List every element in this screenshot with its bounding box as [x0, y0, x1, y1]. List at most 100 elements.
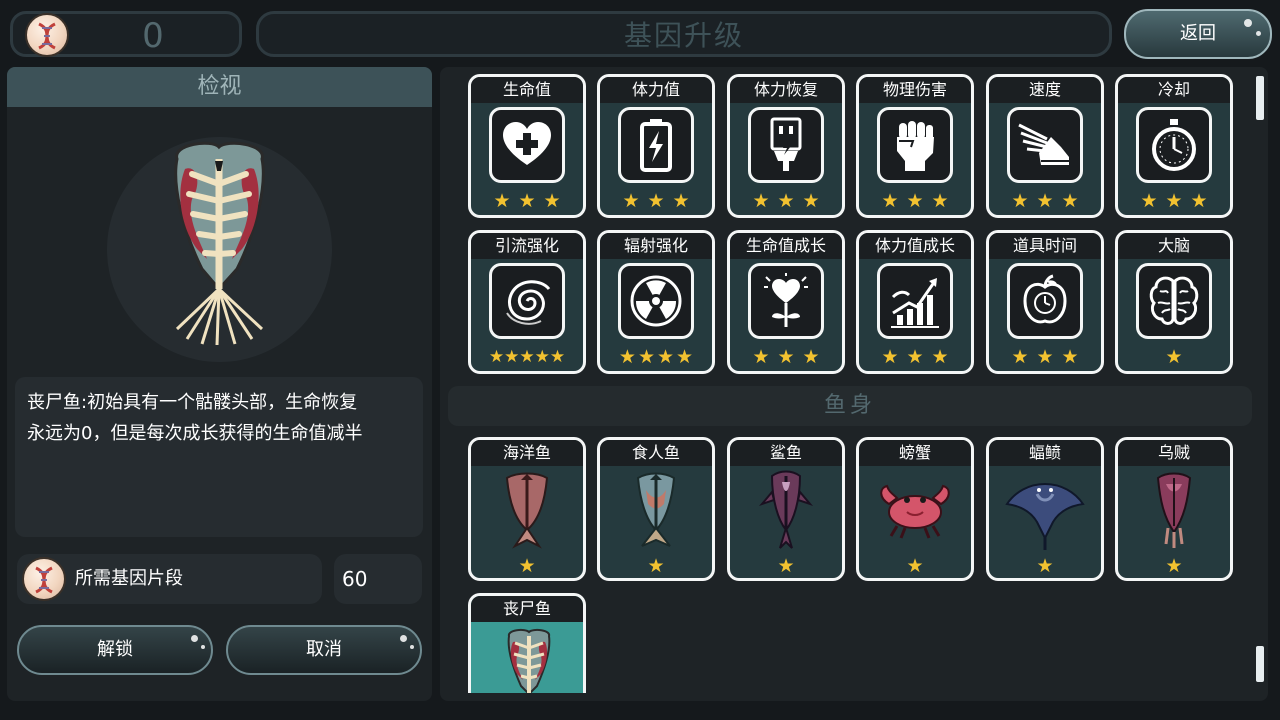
star-rating: ★ — [647, 555, 665, 577]
card-title: 体力值 — [600, 77, 712, 103]
heart-plus-icon — [489, 107, 565, 183]
bubble-decoration — [191, 635, 198, 642]
bubble-decoration — [410, 645, 414, 649]
star-rating: ★★★ — [752, 190, 828, 212]
vortex-icon — [489, 263, 565, 339]
card-title: 物理伤害 — [859, 77, 971, 103]
ocean-fish-icon — [499, 470, 555, 554]
description-box: 丧尸鱼:初始具有一个骷髅头部，生命恢复 永远为0，但是每次成长获得的生命值减半 — [15, 377, 423, 537]
star-rating: ★★★★★ — [488, 347, 566, 367]
fish-card-piranha[interactable]: 食人鱼 ★ — [597, 437, 715, 581]
star-rating: ★ — [1165, 555, 1183, 577]
gene-fragment-counter: 0 — [10, 11, 242, 57]
card-title: 体力恢复 — [730, 77, 842, 103]
fish-card-manta-ray[interactable]: 蝠鲼 ★ — [986, 437, 1104, 581]
attribute-card-brain[interactable]: 大脑 ★ — [1115, 230, 1233, 374]
attribute-card-stamina[interactable]: 体力值 ★★★ — [597, 74, 715, 218]
back-button[interactable]: 返回 — [1124, 9, 1272, 59]
star-rating: ★ — [906, 555, 924, 577]
winged-shoe-icon — [1007, 107, 1083, 183]
piranha-icon — [628, 470, 684, 554]
attribute-card-speed[interactable]: 速度 ★★★ — [986, 74, 1104, 218]
back-button-label: 返回 — [1180, 23, 1216, 44]
scrollbar-thumb[interactable] — [1256, 646, 1264, 682]
card-title: 道具时间 — [989, 233, 1101, 259]
title-bar: 基因升级 — [256, 11, 1112, 57]
attribute-card-physical-damage[interactable]: 物理伤害 ★★★ — [856, 74, 974, 218]
attribute-card-hp-growth[interactable]: 生命值成长 ★★★ — [727, 230, 845, 374]
card-title: 蝠鲼 — [989, 440, 1101, 466]
card-title: 丧尸鱼 — [471, 596, 583, 622]
bubble-decoration — [1256, 31, 1261, 36]
card-title: 引流强化 — [471, 233, 583, 259]
attribute-card-stamina-regen[interactable]: 体力恢复 ★★★ — [727, 74, 845, 218]
description-line: 永远为0，但是每次成长获得的生命值减半 — [27, 423, 363, 444]
dna-token-icon — [25, 13, 69, 57]
card-title: 体力值成长 — [859, 233, 971, 259]
inspect-title: 检视 — [7, 67, 432, 107]
card-title: 生命值成长 — [730, 233, 842, 259]
card-title: 冷却 — [1118, 77, 1230, 103]
card-title: 辐射强化 — [600, 233, 712, 259]
manta-ray-icon — [1005, 478, 1085, 554]
card-title: 食人鱼 — [600, 440, 712, 466]
radiation-icon — [618, 263, 694, 339]
card-title: 螃蟹 — [859, 440, 971, 466]
cancel-button[interactable]: 取消 — [226, 625, 422, 675]
scrollbar-thumb[interactable] — [1256, 76, 1264, 120]
attribute-card-stamina-growth[interactable]: 体力值成长 ★★★ — [856, 230, 974, 374]
card-title: 海洋鱼 — [471, 440, 583, 466]
inspect-panel: 检视 丧尸鱼:初始具有一个骷髅头部，生命恢复 永远为0，但是每次成长获得的生命值… — [7, 67, 432, 701]
fish-card-shark[interactable]: 鲨鱼 ★ — [727, 437, 845, 581]
cancel-button-label: 取消 — [306, 639, 342, 660]
fist-icon — [877, 107, 953, 183]
attribute-card-cooldown[interactable]: 冷却 ★★★ — [1115, 74, 1233, 218]
attribute-card-radiation-boost[interactable]: 辐射强化 ★★★★ — [597, 230, 715, 374]
required-fragments-label: 所需基因片段 — [75, 568, 183, 589]
fish-card-squid[interactable]: 乌贼 ★ — [1115, 437, 1233, 581]
bubble-decoration — [400, 635, 407, 642]
growth-chart-icon — [877, 263, 953, 339]
brain-icon — [1136, 263, 1212, 339]
dna-token-icon — [22, 557, 66, 601]
unlock-button[interactable]: 解锁 — [17, 625, 213, 675]
bubble-decoration — [1244, 19, 1252, 27]
attribute-card-drain-boost[interactable]: 引流强化 ★★★★★ — [468, 230, 586, 374]
star-rating: ★ — [1165, 346, 1191, 368]
star-rating: ★★★ — [493, 190, 569, 212]
unlock-button-label: 解锁 — [97, 639, 133, 660]
currency-value: 0 — [142, 16, 164, 56]
squid-icon — [1146, 470, 1202, 554]
zombie-fish-icon — [501, 628, 557, 693]
star-rating: ★★★★ — [618, 346, 696, 368]
stopwatch-icon — [1136, 107, 1212, 183]
card-title: 大脑 — [1118, 233, 1230, 259]
fish-body-section-title: 鱼身 — [448, 386, 1252, 426]
scrollbar[interactable] — [1254, 72, 1266, 690]
zombie-fish-preview-icon — [157, 139, 282, 353]
star-rating: ★★★ — [1140, 190, 1216, 212]
shark-icon — [758, 470, 814, 554]
star-rating: ★ — [777, 555, 795, 577]
page-title: 基因升级 — [623, 19, 744, 52]
attribute-card-hp[interactable]: 生命值 ★★★ — [468, 74, 586, 218]
bubble-decoration — [201, 645, 205, 649]
battery-icon — [618, 107, 694, 183]
crab-icon — [877, 478, 953, 544]
star-rating: ★★★ — [1011, 346, 1087, 368]
fish-card-crab[interactable]: 螃蟹 ★ — [856, 437, 974, 581]
star-rating: ★ — [1036, 555, 1054, 577]
star-rating: ★★★ — [622, 190, 698, 212]
star-rating: ★★★ — [752, 346, 828, 368]
card-title: 生命值 — [471, 77, 583, 103]
card-title: 速度 — [989, 77, 1101, 103]
card-title: 鲨鱼 — [730, 440, 842, 466]
fish-card-ocean-fish[interactable]: 海洋鱼 ★ — [468, 437, 586, 581]
star-rating: ★ — [518, 555, 536, 577]
star-rating: ★★★ — [881, 190, 957, 212]
required-fragments-value: 60 — [334, 554, 422, 604]
fish-card-zombie-fish[interactable]: 丧尸鱼 — [468, 593, 586, 693]
top-bar: 0 基因升级 返回 — [0, 0, 1280, 62]
attribute-card-item-duration[interactable]: 道具时间 ★★★ — [986, 230, 1104, 374]
heart-flower-icon — [748, 263, 824, 339]
